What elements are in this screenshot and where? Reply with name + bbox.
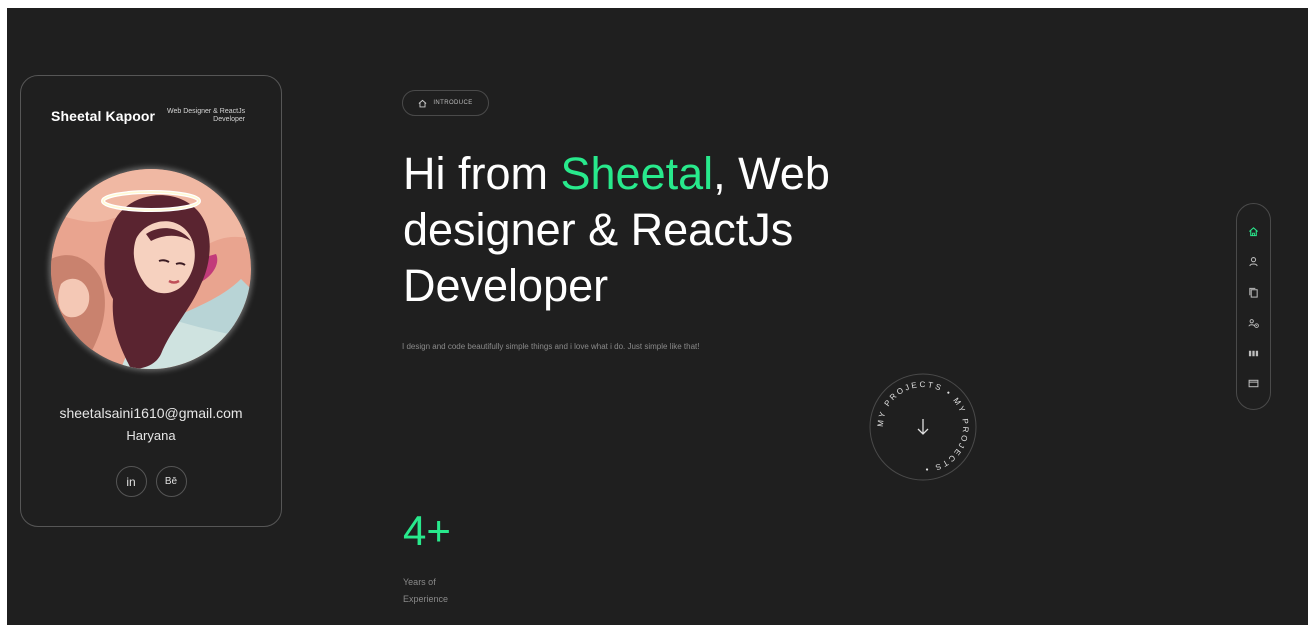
profile-name: Sheetal Kapoor	[51, 108, 156, 124]
nav-skills[interactable]	[1237, 345, 1270, 361]
home-icon	[1249, 226, 1258, 236]
headline-name: Sheetal	[560, 148, 714, 199]
hero-headline: Hi from Sheetal, Web designer & ReactJs …	[403, 146, 963, 314]
avatar-illustration	[51, 169, 251, 369]
nav-services[interactable]	[1237, 315, 1270, 331]
copy-icon	[1249, 287, 1258, 298]
experience-value: 4+	[403, 507, 451, 554]
user-icon	[1249, 256, 1258, 266]
profile-header: Sheetal Kapoor Web Designer & ReactJs De…	[51, 108, 245, 124]
nav-home[interactable]	[1237, 223, 1270, 239]
profile-role: Web Designer & ReactJs Developer	[167, 108, 246, 123]
social-links: in Bē	[21, 466, 281, 497]
hero-tagline: I design and code beautifully simple thi…	[402, 342, 700, 351]
page: Sheetal Kapoor Web Designer & ReactJs De…	[7, 8, 1308, 625]
nav-about[interactable]	[1237, 253, 1270, 269]
side-nav	[1236, 203, 1271, 410]
projects-badge-graphic: MY PROJECTS • MY PROJECTS •	[869, 373, 977, 481]
mail-icon	[1248, 379, 1259, 387]
nav-contact[interactable]	[1237, 375, 1270, 391]
introduce-label: INTRODUCE	[433, 100, 473, 106]
introduce-pill[interactable]: INTRODUCE	[402, 90, 489, 116]
users-settings-icon	[1248, 318, 1259, 328]
behance-icon: Bē	[164, 476, 178, 487]
nav-resume[interactable]	[1237, 284, 1270, 300]
profile-avatar	[51, 169, 251, 369]
profile-location: Haryana	[126, 428, 176, 443]
experience-label: Years of Experience	[403, 577, 449, 604]
profile-card: Sheetal Kapoor Web Designer & ReactJs De…	[20, 75, 282, 527]
linkedin-icon: in	[126, 474, 136, 489]
home-icon	[418, 99, 427, 107]
profile-email[interactable]: sheetalsaini1610@gmail.com	[21, 405, 281, 421]
linkedin-button[interactable]: in	[115, 466, 147, 497]
headline-prefix: Hi from	[403, 148, 561, 199]
my-projects-button[interactable]: MY PROJECTS • MY PROJECTS •	[868, 372, 978, 482]
grid-icon	[1248, 350, 1259, 356]
behance-button[interactable]: Bē	[155, 466, 187, 497]
